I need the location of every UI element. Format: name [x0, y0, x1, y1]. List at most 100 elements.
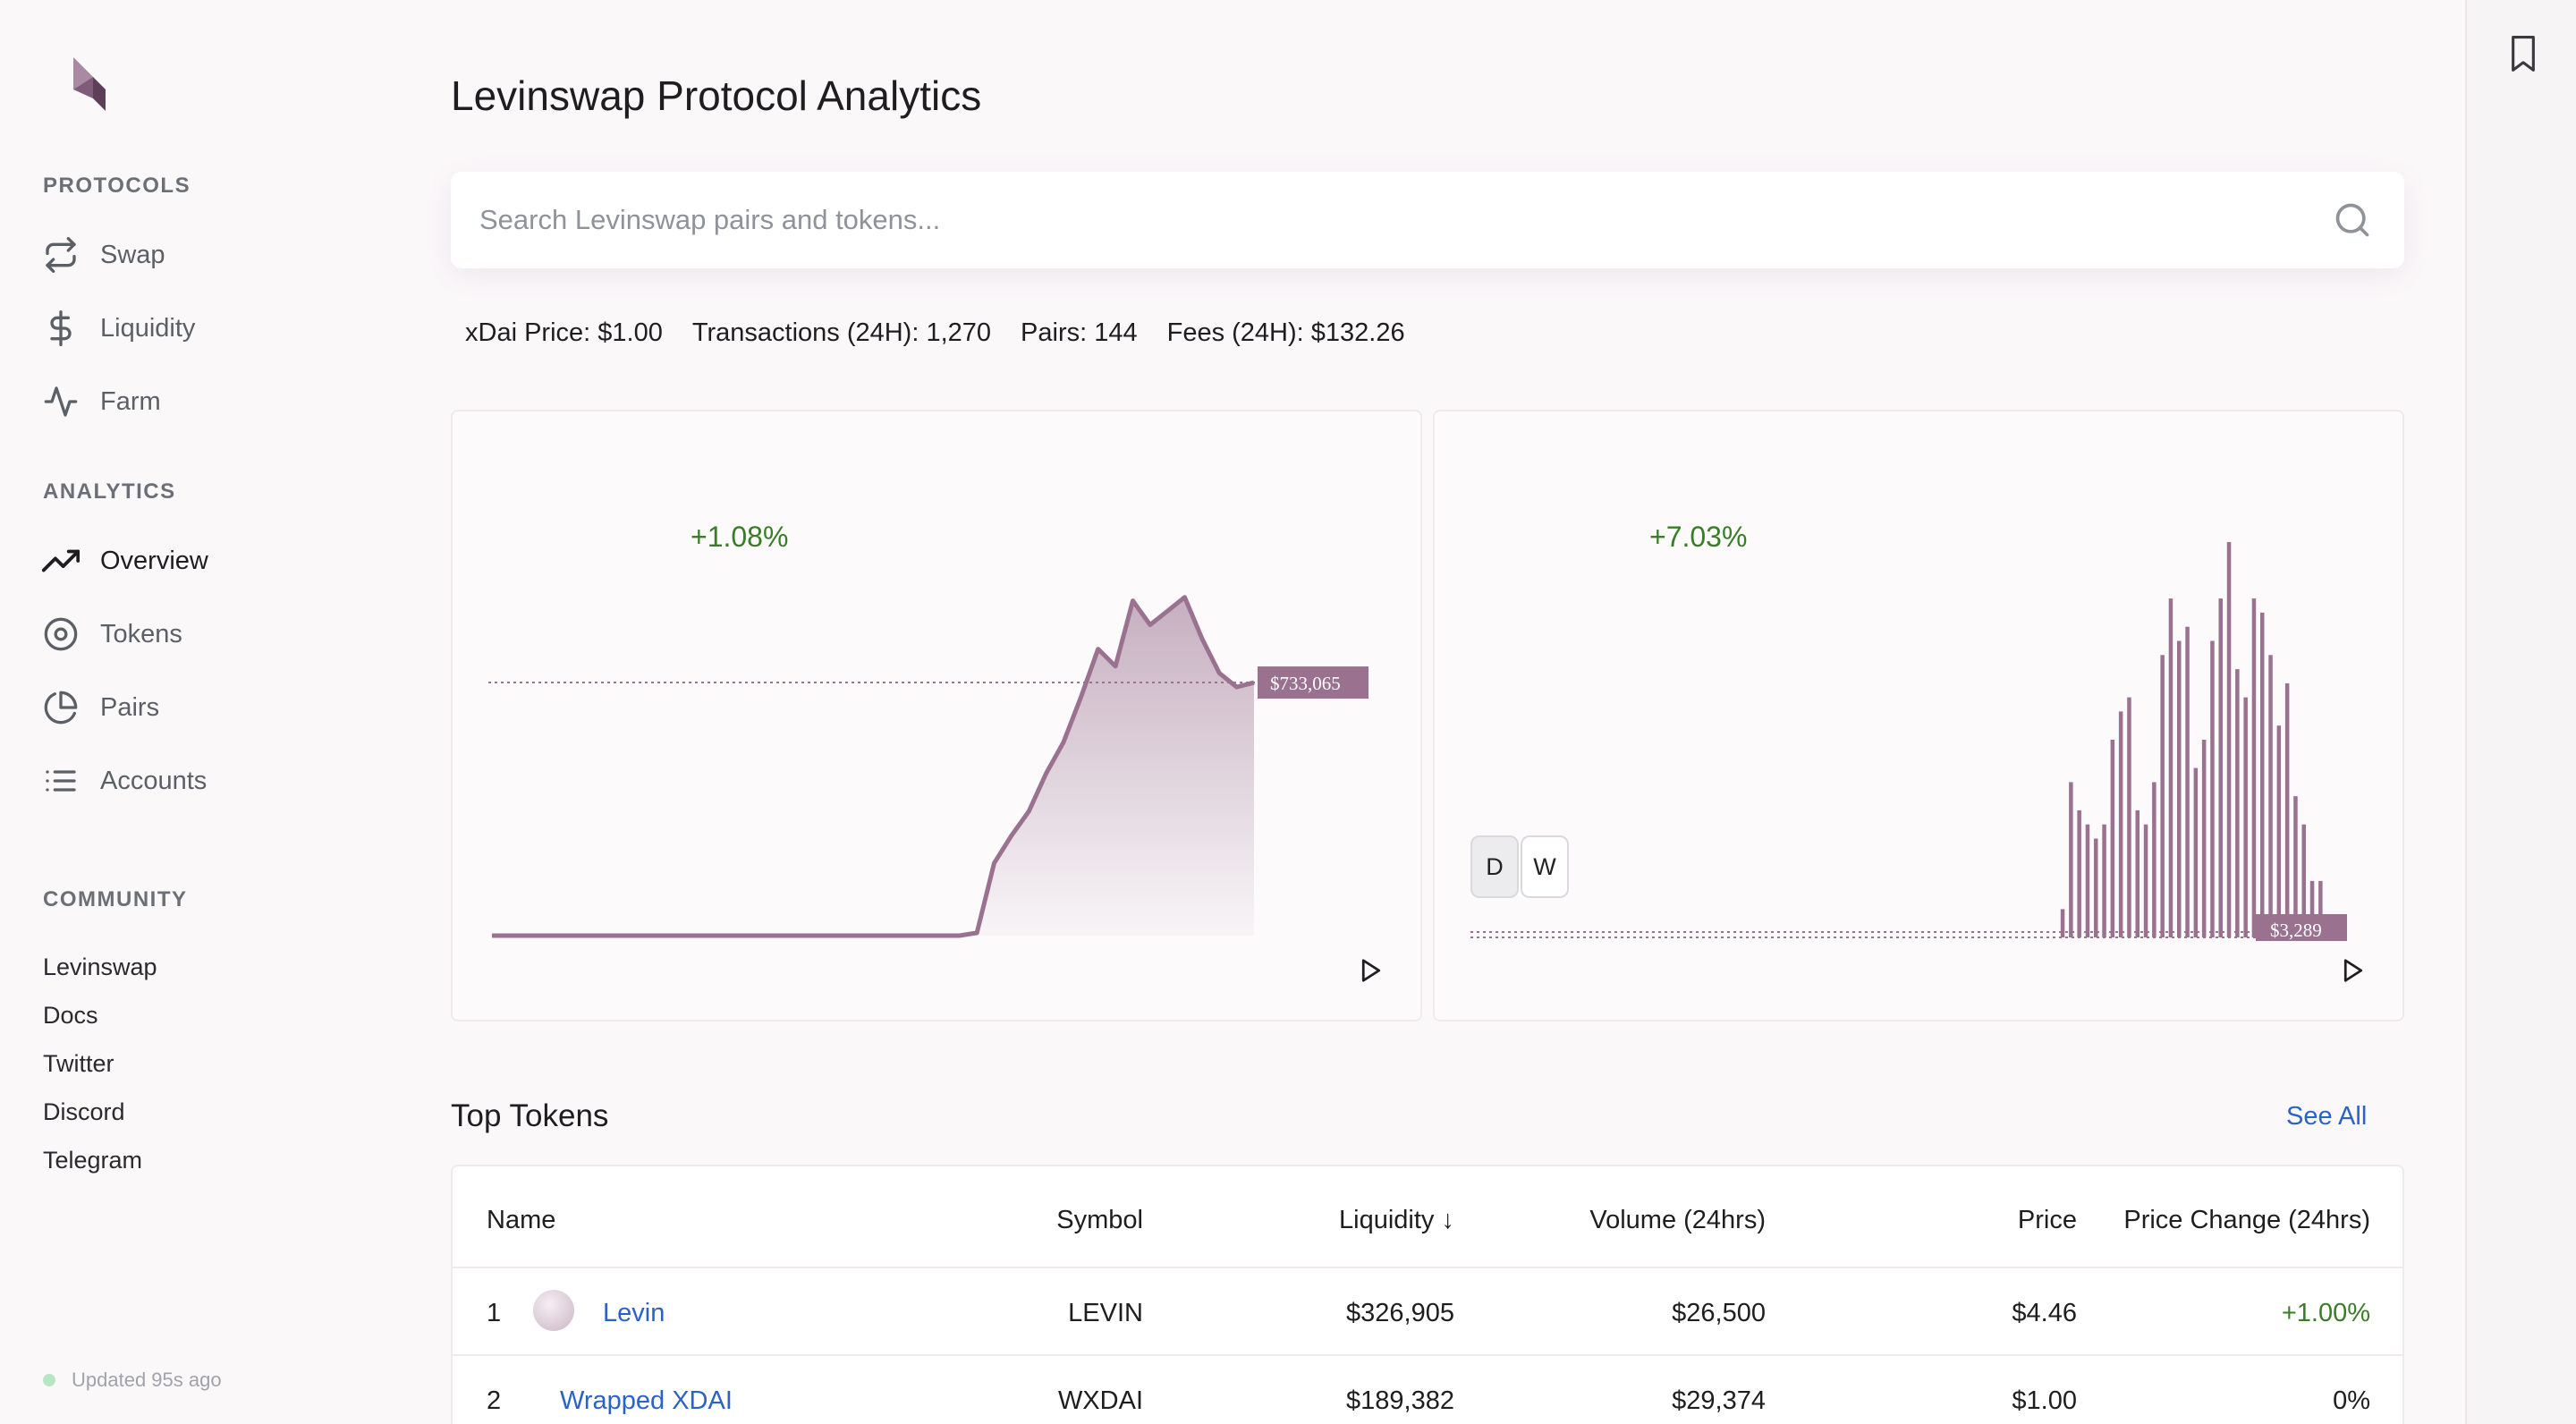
volume-bars: [2060, 542, 2340, 937]
liquidity-chart-card: $733,065 +1.08%: [451, 410, 1422, 1021]
table-divider: [453, 1267, 2402, 1268]
volume-bar: [2226, 542, 2232, 937]
volume-bar: [2185, 626, 2190, 937]
transactions-stat: Transactions (24H): 1,270: [691, 318, 992, 347]
volume-bar: [2177, 640, 2182, 937]
trending-up-icon: [41, 541, 80, 581]
xdai-price-stat: xDai Price: $1.00: [465, 318, 663, 347]
community-link-discord[interactable]: Discord: [43, 1098, 125, 1126]
play-icon[interactable]: [2340, 957, 2367, 984]
volume-bar: [2235, 669, 2240, 937]
liquidity-area: [492, 597, 1254, 936]
updated-text: Updated 95s ago: [72, 1369, 222, 1391]
right-rail: [2465, 0, 2576, 1424]
volume-chart-card: $3,289 +7.03% D W: [1433, 410, 2404, 1021]
activity-icon: [41, 382, 80, 421]
token-name-link[interactable]: Wrapped XDAI: [560, 1386, 733, 1416]
sidebar: PROTOCOLS Swap Liquidity Farm ANALYTICS …: [0, 0, 394, 1424]
volume-bar: [2251, 598, 2257, 937]
token-volume: $26,500: [1672, 1299, 1766, 1327]
table-divider: [453, 1354, 2402, 1356]
volume-bar: [2060, 909, 2065, 937]
column-header-price[interactable]: Price: [2018, 1206, 2077, 1235]
volume-bar: [2276, 725, 2282, 937]
token-price: $4.46: [2012, 1299, 2077, 1327]
page-title: Levinswap Protocol Analytics: [451, 72, 982, 119]
levinswap-logo[interactable]: [66, 54, 111, 116]
dollar-icon: [41, 309, 80, 348]
volume-bar: [2193, 767, 2199, 937]
token-liquidity: $326,905: [1346, 1299, 1454, 1327]
column-header-symbol[interactable]: Symbol: [1056, 1206, 1143, 1235]
sidebar-item-swap[interactable]: Swap: [41, 233, 165, 277]
sidebar-item-label: Tokens: [100, 619, 182, 648]
see-all-link[interactable]: See All: [2286, 1102, 2367, 1132]
token-price: $1.00: [2012, 1386, 2077, 1415]
daily-toggle-button[interactable]: D: [1470, 835, 1519, 898]
target-icon: [41, 615, 80, 654]
volume-bar: [2077, 809, 2081, 937]
token-liquidity: $189,382: [1346, 1386, 1454, 1415]
sidebar-item-label: Swap: [100, 240, 165, 269]
volume-bar: [2160, 655, 2165, 937]
volume-bar: [2210, 640, 2215, 937]
levin-token-icon: [533, 1290, 574, 1331]
column-header-price-change[interactable]: Price Change (24hrs): [2123, 1206, 2370, 1235]
update-status: Updated 95s ago: [43, 1369, 222, 1392]
volume-bar: [2268, 655, 2273, 937]
protocols-section-title: PROTOCOLS: [43, 174, 191, 198]
volume-bar: [2143, 824, 2148, 937]
sidebar-item-label: Overview: [100, 546, 208, 575]
column-header-liquidity[interactable]: Liquidity ↓: [1339, 1206, 1454, 1235]
volume-bar: [2110, 740, 2115, 937]
top-tokens-table: Name Symbol Liquidity ↓ Volume (24hrs) P…: [451, 1165, 2404, 1424]
volume-chart: $3,289: [1470, 542, 2347, 941]
volume-value-label: $3,289: [2270, 920, 2322, 941]
column-header-name[interactable]: Name: [487, 1206, 555, 1235]
sidebar-item-overview[interactable]: Overview: [41, 538, 208, 583]
token-price-change: 0%: [2333, 1386, 2370, 1415]
analytics-section-title: ANALYTICS: [43, 479, 176, 504]
row-rank: 2: [487, 1386, 502, 1415]
weekly-toggle-button[interactable]: W: [1521, 835, 1569, 898]
volume-bar: [2260, 612, 2265, 937]
community-link-levinswap[interactable]: Levinswap: [43, 954, 157, 981]
token-volume: $29,374: [1672, 1386, 1766, 1415]
list-icon: [41, 761, 80, 801]
volume-bar: [2094, 838, 2098, 937]
sidebar-item-liquidity[interactable]: Liquidity: [41, 306, 195, 351]
token-price-change: +1.00%: [2281, 1299, 2370, 1327]
search-input[interactable]: [479, 204, 2268, 236]
volume-bar: [2201, 740, 2207, 937]
column-header-volume[interactable]: Volume (24hrs): [1589, 1206, 1766, 1235]
volume-bar: [2069, 782, 2073, 937]
volume-bar: [2118, 711, 2123, 937]
volume-bar: [2135, 809, 2140, 937]
play-icon[interactable]: [1358, 957, 1385, 984]
token-name-link[interactable]: Levin: [603, 1299, 665, 1328]
volume-change: +7.03%: [1649, 521, 1748, 553]
top-tokens-title: Top Tokens: [451, 1098, 609, 1133]
community-link-docs[interactable]: Docs: [43, 1002, 98, 1030]
volume-bar: [2284, 682, 2290, 937]
sidebar-item-pairs[interactable]: Pairs: [41, 685, 159, 730]
community-link-twitter[interactable]: Twitter: [43, 1050, 114, 1078]
swap-arrows-icon: [41, 235, 80, 275]
token-symbol: LEVIN: [1068, 1299, 1143, 1327]
pairs-stat: Pairs: 144: [1021, 318, 1138, 347]
sidebar-item-accounts[interactable]: Accounts: [41, 759, 207, 803]
sidebar-item-tokens[interactable]: Tokens: [41, 612, 182, 657]
search-icon[interactable]: [2333, 200, 2372, 240]
volume-bar: [2218, 598, 2223, 937]
sidebar-item-farm[interactable]: Farm: [41, 379, 161, 424]
search-box[interactable]: [451, 172, 2404, 268]
liquidity-change: +1.08%: [691, 521, 789, 553]
protocol-stats: xDai Price: $1.00 Transactions (24H): 1,…: [465, 318, 1435, 348]
row-rank: 1: [487, 1299, 502, 1327]
sidebar-item-label: Pairs: [100, 692, 160, 722]
liquidity-value-label: $733,065: [1270, 673, 1341, 694]
community-link-telegram[interactable]: Telegram: [43, 1147, 142, 1174]
bookmark-icon[interactable]: [2508, 34, 2538, 73]
volume-bar: [2127, 697, 2131, 937]
volume-bar: [2243, 697, 2248, 937]
